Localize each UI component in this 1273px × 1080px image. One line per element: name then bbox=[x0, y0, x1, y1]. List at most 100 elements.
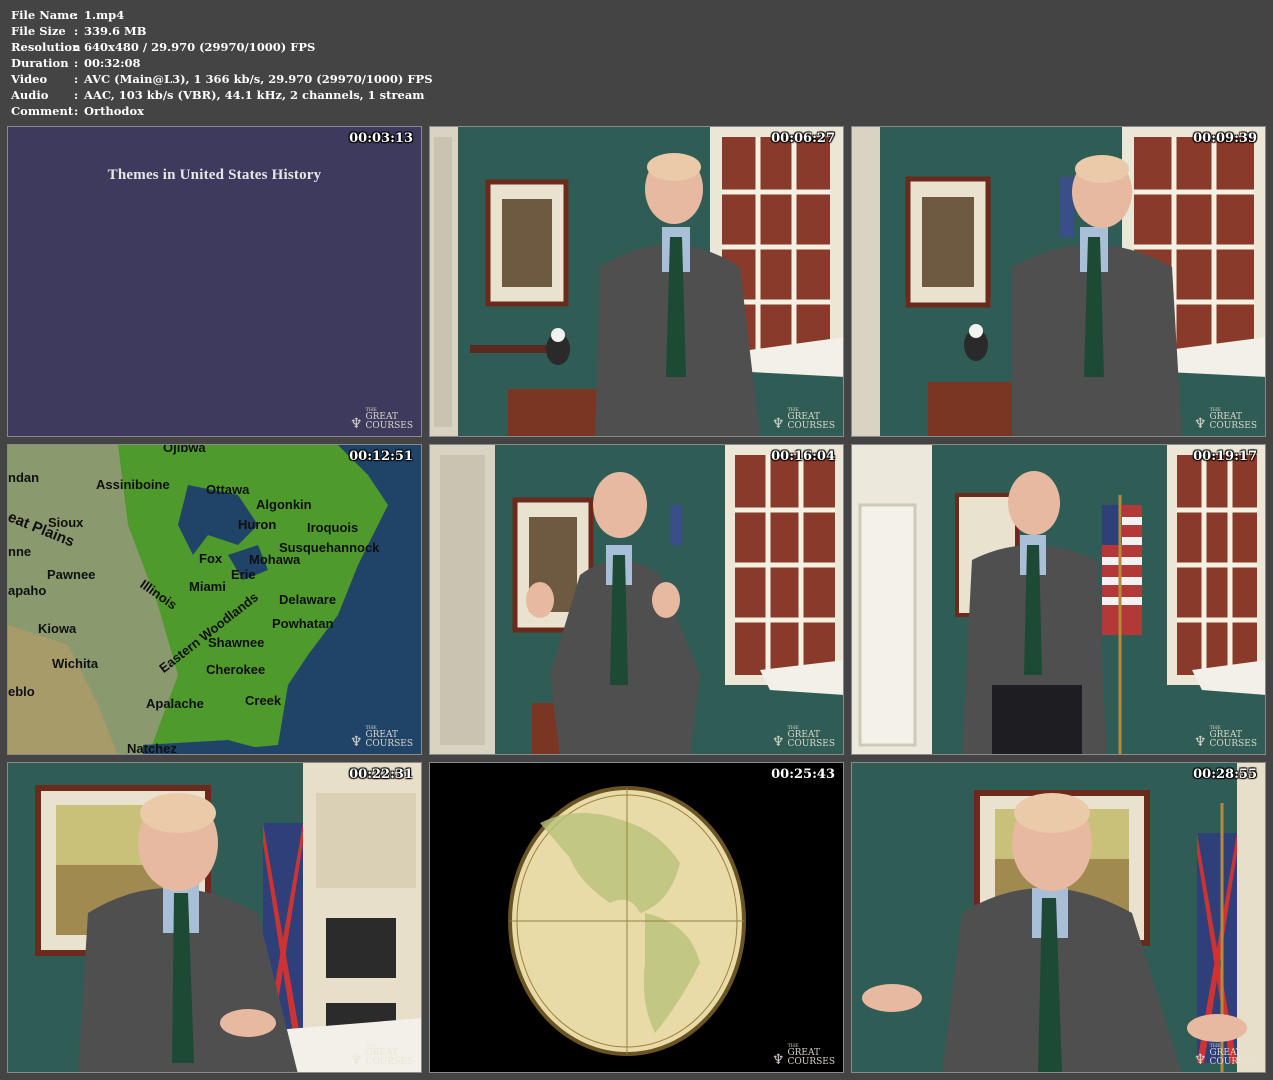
logo-courses: COURSES bbox=[365, 1057, 413, 1067]
torch-icon: ♆ bbox=[1193, 416, 1207, 432]
logo-courses: COURSES bbox=[365, 421, 413, 431]
map-label: Mohawa bbox=[249, 552, 301, 567]
thumbnail-7[interactable]: 00:22:31 ♆ THE GREAT COURSES bbox=[7, 762, 422, 1073]
logo-courses: COURSES bbox=[787, 421, 835, 431]
info-key: Comment bbox=[11, 104, 74, 118]
map-label: Apalache bbox=[146, 696, 204, 711]
timestamp: 00:16:04 bbox=[771, 449, 835, 464]
thumbnail-4[interactable]: Ojibwa ndan Assiniboine Ottawa Algonkin … bbox=[7, 444, 422, 755]
torch-icon: ♆ bbox=[771, 1052, 785, 1068]
info-separator: : bbox=[74, 40, 79, 54]
thumbnail-1[interactable]: Themes in United States History 00:03:13… bbox=[7, 126, 422, 437]
info-row-video: Video : AVC (Main@L3), 1 366 kb/s, 29.97… bbox=[11, 71, 433, 87]
thumbnail-9[interactable]: 00:28:55 ♆ THE GREAT COURSES bbox=[851, 762, 1266, 1073]
map-label: nne bbox=[8, 544, 32, 559]
map-label: Assiniboine bbox=[96, 477, 170, 492]
timestamp: 00:28:55 bbox=[1193, 767, 1257, 782]
great-courses-logo: ♆ THE GREAT COURSES bbox=[772, 1043, 835, 1067]
map-label: Cherokee bbox=[206, 662, 266, 677]
map-label: Ojibwa bbox=[163, 444, 206, 455]
studio-scene bbox=[430, 445, 843, 754]
map-label: ndan bbox=[8, 470, 40, 485]
map-label: Natchez bbox=[127, 741, 177, 755]
great-courses-logo: ♆ THE GREAT COURSES bbox=[350, 407, 413, 431]
torch-icon: ♆ bbox=[771, 416, 785, 432]
thumbnail-2[interactable]: 00:06:27 ♆ THE GREAT COURSES bbox=[429, 126, 844, 437]
info-row-duration: Duration : 00:32:08 bbox=[11, 55, 433, 71]
torch-icon: ♆ bbox=[1193, 734, 1207, 750]
torch-icon: ♆ bbox=[349, 1052, 363, 1068]
info-value: 339.6 MB bbox=[84, 24, 147, 38]
torch-icon: ♆ bbox=[349, 416, 363, 432]
info-key: Resolution bbox=[11, 40, 81, 54]
info-value: Orthodox bbox=[84, 104, 144, 118]
map-label: Fox bbox=[199, 551, 223, 566]
info-value: 640x480 / 29.970 (29970/1000) FPS bbox=[84, 40, 316, 54]
torch-icon: ♆ bbox=[1193, 1052, 1207, 1068]
map-label: Erie bbox=[231, 567, 256, 582]
great-courses-logo: ♆ THE GREAT COURSES bbox=[772, 407, 835, 431]
timestamp: 00:06:27 bbox=[771, 131, 835, 146]
map-label: Sioux bbox=[48, 515, 84, 530]
torch-icon: ♆ bbox=[771, 734, 785, 750]
map-label: Creek bbox=[245, 693, 282, 708]
file-info-panel: File Name : 1.mp4 File Size : 339.6 MB R… bbox=[11, 7, 433, 119]
thumbnail-6[interactable]: 00:19:17 ♆ THE GREAT COURSES bbox=[851, 444, 1266, 755]
map-label: Miami bbox=[189, 579, 226, 594]
great-courses-logo: ♆ THE GREAT COURSES bbox=[350, 725, 413, 749]
timestamp: 00:25:43 bbox=[771, 767, 835, 782]
info-separator: : bbox=[74, 8, 79, 22]
map-label: Kiowa bbox=[38, 621, 77, 636]
studio-scene bbox=[8, 763, 421, 1072]
torch-icon: ♆ bbox=[349, 734, 363, 750]
map-label: Huron bbox=[238, 517, 277, 532]
info-key: Video bbox=[11, 72, 48, 86]
logo-courses: COURSES bbox=[365, 739, 413, 749]
map-label: Iroquois bbox=[307, 520, 359, 535]
info-value: 1.mp4 bbox=[84, 8, 125, 22]
great-courses-logo: ♆ THE GREAT COURSES bbox=[1194, 407, 1257, 431]
thumbnail-8[interactable]: 00:25:43 ♆ THE GREAT COURSES bbox=[429, 762, 844, 1073]
thumbnail-3[interactable]: 00:09:39 ♆ THE GREAT COURSES bbox=[851, 126, 1266, 437]
map-label: Delaware bbox=[279, 592, 337, 607]
map-label: Pawnee bbox=[47, 567, 96, 582]
thumbnail-5[interactable]: 00:16:04 ♆ THE GREAT COURSES bbox=[429, 444, 844, 755]
studio-scene bbox=[852, 763, 1265, 1072]
info-key: File Name bbox=[11, 8, 77, 22]
timestamp: 00:19:17 bbox=[1193, 449, 1257, 464]
info-value: AVC (Main@L3), 1 366 kb/s, 29.970 (29970… bbox=[84, 72, 433, 86]
timestamp: 00:09:39 bbox=[1193, 131, 1257, 146]
info-separator: : bbox=[74, 24, 79, 38]
antique-globe-map bbox=[430, 763, 843, 1072]
timestamp: 00:12:51 bbox=[349, 449, 413, 464]
info-row-file-name: File Name : 1.mp4 bbox=[11, 7, 433, 23]
map-label: Wichita bbox=[52, 656, 99, 671]
info-separator: : bbox=[74, 88, 79, 102]
timestamp: 00:22:31 bbox=[349, 767, 413, 782]
info-key: Audio bbox=[11, 88, 49, 102]
logo-courses: COURSES bbox=[1209, 1057, 1257, 1067]
map-label: apaho bbox=[8, 583, 47, 598]
info-row-file-size: File Size : 339.6 MB bbox=[11, 23, 433, 39]
info-row-audio: Audio : AAC, 103 kb/s (VBR), 44.1 kHz, 2… bbox=[11, 87, 433, 103]
info-row-comment: Comment : Orthodox bbox=[11, 103, 433, 119]
map-label: Ottawa bbox=[206, 482, 250, 497]
logo-courses: COURSES bbox=[787, 1057, 835, 1067]
map-label: Shawnee bbox=[208, 635, 265, 650]
great-courses-logo: ♆ THE GREAT COURSES bbox=[772, 725, 835, 749]
info-row-resolution: Resolution : 640x480 / 29.970 (29970/100… bbox=[11, 39, 433, 55]
studio-scene bbox=[852, 445, 1265, 754]
info-key: Duration bbox=[11, 56, 69, 70]
logo-courses: COURSES bbox=[787, 739, 835, 749]
logo-courses: COURSES bbox=[1209, 739, 1257, 749]
info-key: File Size bbox=[11, 24, 66, 38]
info-value: 00:32:08 bbox=[84, 56, 141, 70]
map-label: Algonkin bbox=[256, 497, 312, 512]
great-courses-logo: ♆ THE GREAT COURSES bbox=[1194, 1043, 1257, 1067]
info-separator: : bbox=[74, 56, 79, 70]
map-label: eblo bbox=[8, 684, 35, 699]
map-label: Powhatan bbox=[272, 616, 334, 631]
logo-courses: COURSES bbox=[1209, 421, 1257, 431]
studio-scene bbox=[430, 127, 843, 436]
title-card-text: Themes in United States History bbox=[107, 167, 322, 183]
